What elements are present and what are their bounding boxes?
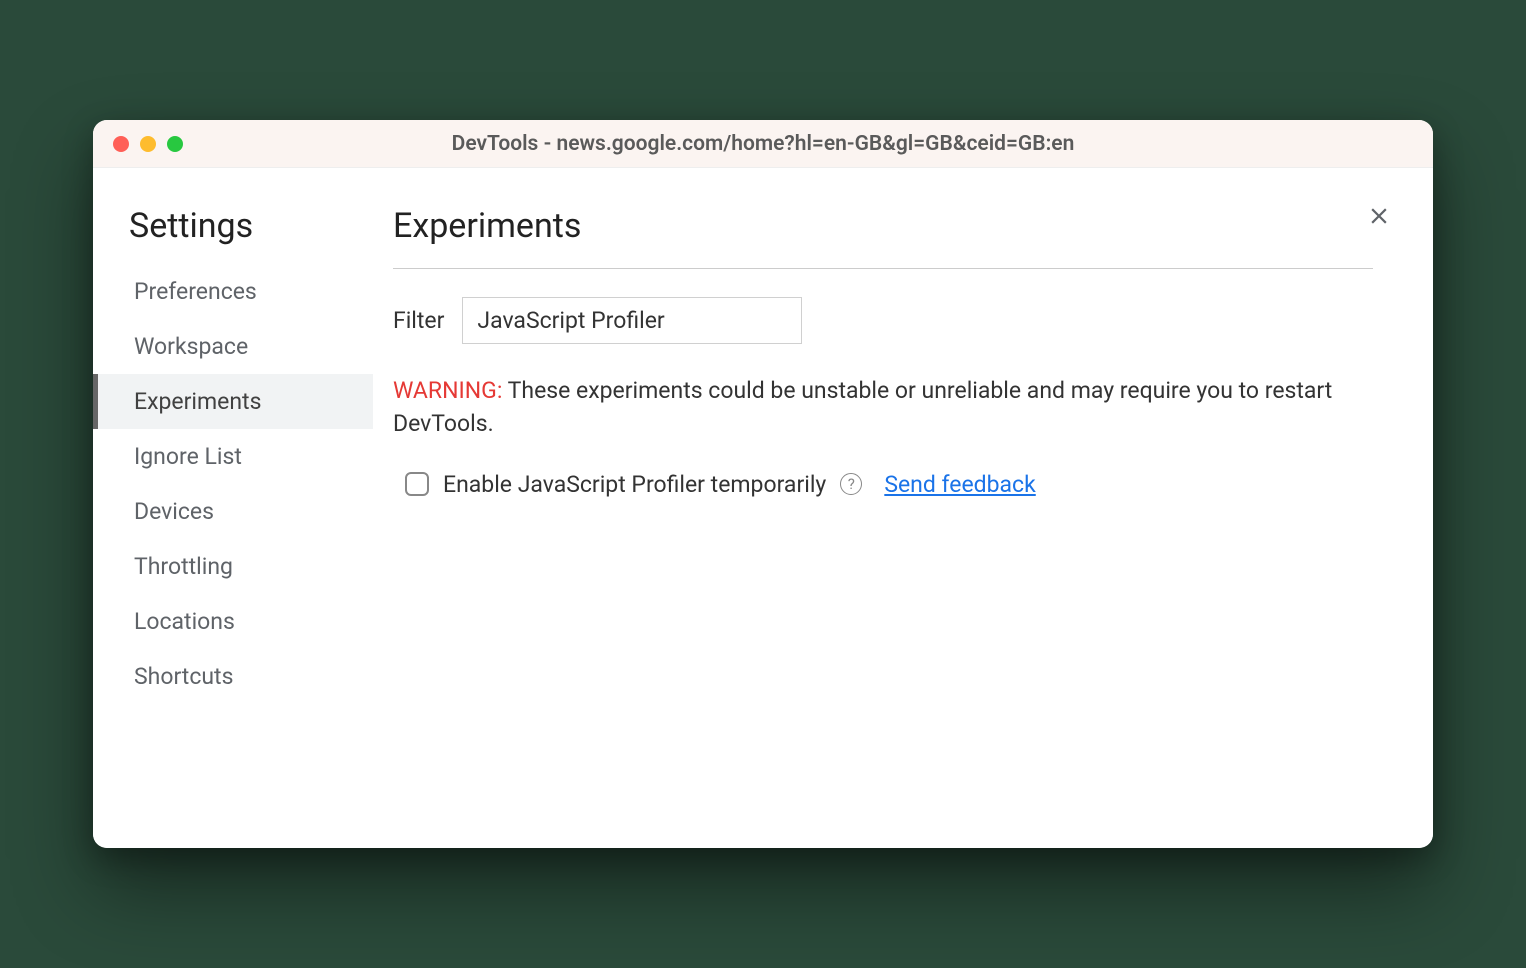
titlebar: DevTools - news.google.com/home?hl=en-GB…: [93, 120, 1433, 168]
sidebar-item-devices[interactable]: Devices: [93, 484, 373, 539]
minimize-window-button[interactable]: [140, 136, 156, 152]
send-feedback-link[interactable]: Send feedback: [884, 471, 1035, 498]
warning-message: WARNING: These experiments could be unst…: [393, 374, 1373, 441]
maximize-window-button[interactable]: [167, 136, 183, 152]
sidebar-item-shortcuts[interactable]: Shortcuts: [93, 649, 373, 704]
close-settings-button[interactable]: [1361, 198, 1397, 234]
help-icon[interactable]: ?: [840, 473, 862, 495]
sidebar-item-experiments[interactable]: Experiments: [93, 374, 373, 429]
experiment-checkbox[interactable]: [405, 472, 429, 496]
warning-text: These experiments could be unstable or u…: [393, 377, 1332, 437]
window-controls: [113, 136, 183, 152]
close-window-button[interactable]: [113, 136, 129, 152]
sidebar-item-locations[interactable]: Locations: [93, 594, 373, 649]
experiment-row: Enable JavaScript Profiler temporarily ?…: [393, 471, 1373, 498]
filter-input[interactable]: [462, 297, 802, 344]
window-title: DevTools - news.google.com/home?hl=en-GB…: [111, 132, 1415, 156]
devtools-settings-window: DevTools - news.google.com/home?hl=en-GB…: [93, 120, 1433, 848]
experiment-label: Enable JavaScript Profiler temporarily: [443, 471, 826, 498]
content-area: Settings Preferences Workspace Experimen…: [93, 168, 1433, 848]
filter-row: Filter: [393, 297, 1373, 344]
settings-sidebar: Settings Preferences Workspace Experimen…: [93, 168, 373, 848]
main-panel: Experiments Filter WARNING: These experi…: [373, 168, 1433, 848]
sidebar-item-workspace[interactable]: Workspace: [93, 319, 373, 374]
page-title: Experiments: [393, 206, 1373, 269]
filter-label: Filter: [393, 307, 444, 334]
sidebar-item-preferences[interactable]: Preferences: [93, 264, 373, 319]
close-icon: [1366, 203, 1392, 229]
sidebar-title: Settings: [93, 206, 373, 264]
sidebar-item-ignore-list[interactable]: Ignore List: [93, 429, 373, 484]
warning-prefix: WARNING:: [393, 377, 502, 404]
sidebar-item-throttling[interactable]: Throttling: [93, 539, 373, 594]
